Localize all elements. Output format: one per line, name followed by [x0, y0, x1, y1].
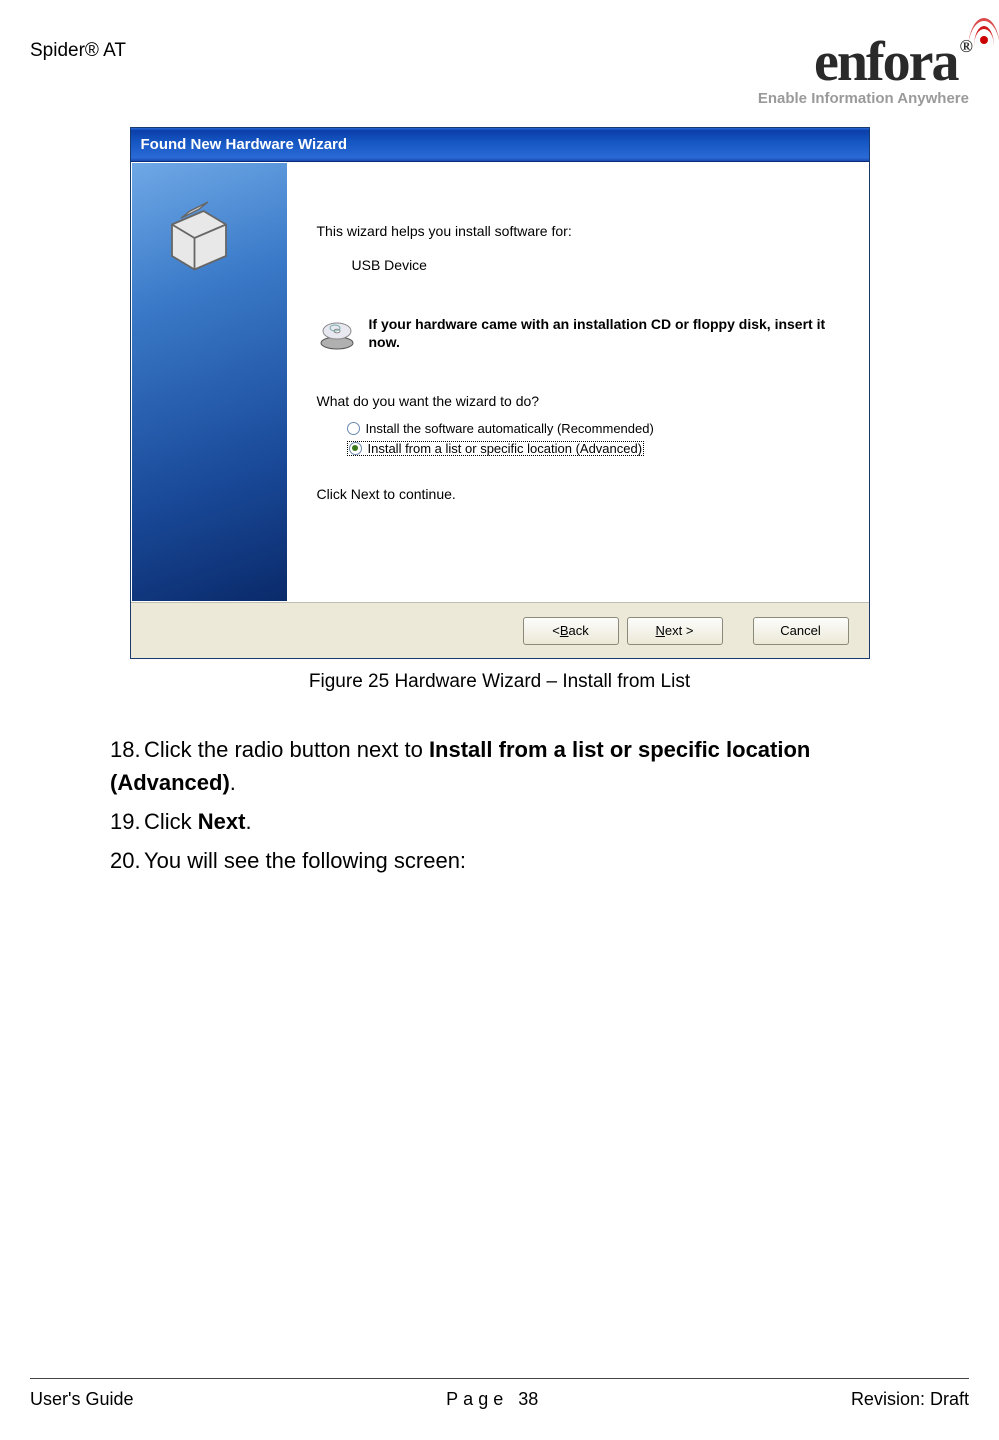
wizard-intro-text: This wizard helps you install software f…: [317, 223, 848, 239]
cd-drive-icon: [317, 313, 357, 353]
step-18: 18.Click the radio button next to Instal…: [110, 733, 889, 799]
footer-right: Revision: Draft: [851, 1389, 969, 1410]
insert-cd-text: If your hardware came with an installati…: [369, 315, 848, 351]
device-name: USB Device: [352, 257, 848, 273]
footer-left: User's Guide: [30, 1389, 133, 1410]
continue-text: Click Next to continue.: [317, 486, 848, 502]
radio-label: Install the software automatically (Reco…: [366, 421, 654, 436]
radio-icon: [349, 442, 362, 455]
cancel-button[interactable]: Cancel: [753, 617, 849, 645]
hardware-box-icon: [154, 193, 244, 283]
product-name: Spider® AT: [30, 30, 126, 62]
back-button[interactable]: < Back: [523, 617, 619, 645]
wizard-sidebar: [132, 163, 287, 601]
step-20: 20.You will see the following screen:: [110, 844, 889, 877]
radio-install-from-list[interactable]: Install from a list or specific location…: [347, 441, 645, 456]
figure-caption: Figure 25 Hardware Wizard – Install from…: [130, 671, 870, 693]
footer-page: Page 38: [446, 1389, 538, 1410]
wizard-question: What do you want the wizard to do?: [317, 393, 848, 409]
step-19: 19.Click Next.: [110, 805, 889, 838]
dialog-titlebar: Found New Hardware Wizard: [131, 128, 869, 162]
next-button[interactable]: Next >: [627, 617, 723, 645]
wizard-button-row: < Back Next > Cancel: [131, 602, 869, 658]
radio-install-auto[interactable]: Install the software automatically (Reco…: [347, 421, 848, 436]
radio-label: Install from a list or specific location…: [368, 441, 643, 456]
hardware-wizard-dialog: Found New Hardware Wizard This wizard he…: [130, 127, 870, 659]
instruction-steps: 18.Click the radio button next to Instal…: [110, 733, 889, 877]
radio-icon: [347, 422, 360, 435]
brand-logo: enfora® Enable Information Anywhere: [758, 30, 969, 107]
